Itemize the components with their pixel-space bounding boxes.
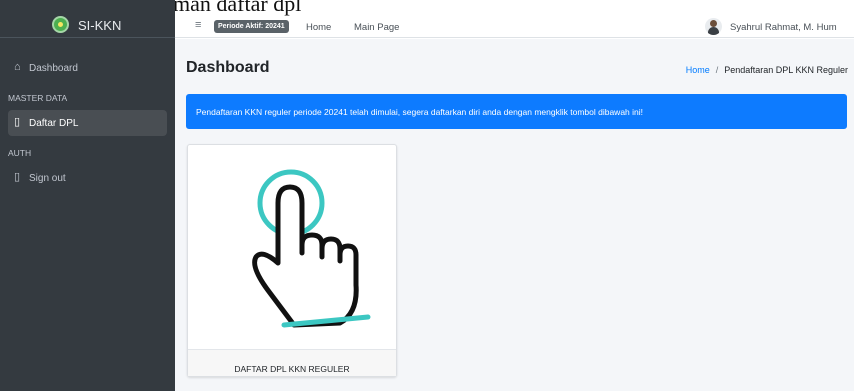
sign-out-icon: ▯ [14,171,21,183]
breadcrumb-current: Pendaftaran DPL KKN Reguler [724,65,848,75]
sidebar: SI-KKN ⌂ Dashboard MASTER DATA ▯ Daftar … [0,0,175,391]
sidebar-header-auth: AUTH [8,148,32,158]
topbar: ≡ Periode Aktif: 20241 Home Main Page Sy… [175,16,854,38]
menu-icon[interactable]: ≡ [195,19,201,31]
sidebar-item-daftar-dpl[interactable]: ▯ Daftar DPL [8,110,167,136]
brand[interactable]: SI-KKN [0,0,175,38]
home-icon: ⌂ [14,61,21,73]
info-alert: Pendaftaran KKN reguler periode 20241 te… [186,94,847,129]
sidebar-item-dashboard[interactable]: ⌂ Dashboard [8,55,167,81]
sidebar-item-sign-out[interactable]: ▯ Sign out [8,165,167,191]
register-card[interactable]: DAFTAR DPL KKN REGULER [187,144,397,377]
breadcrumb-separator: / [715,65,719,75]
nav-link-main-page[interactable]: Main Page [354,22,399,33]
register-button-label: DAFTAR DPL KKN REGULER [234,364,350,374]
hand-pointer-icon [252,169,371,328]
clipboard-icon: ▯ [14,116,21,128]
breadcrumb: Home / Pendaftaran DPL KKN Reguler [686,65,848,75]
logo-icon [52,16,69,33]
brand-name: SI-KKN [78,18,122,33]
sidebar-item-label: Daftar DPL [29,118,79,129]
alert-text: Pendaftaran KKN reguler periode 20241 te… [196,107,644,117]
sidebar-item-label: Dashboard [29,63,78,74]
breadcrumb-home[interactable]: Home [686,65,710,75]
sidebar-header-master-data: MASTER DATA [8,93,68,103]
register-button[interactable]: DAFTAR DPL KKN REGULER [188,349,396,376]
nav-link-home[interactable]: Home [306,22,331,33]
period-badge: Periode Aktif: 20241 [214,20,289,33]
main-content: Dashboard Home / Pendaftaran DPL KKN Regul… [175,39,854,391]
user-name[interactable]: Syahrul Rahmat, M. Hum [730,22,837,33]
avatar[interactable] [705,18,722,35]
sidebar-item-label: Sign out [29,173,66,184]
page-title: Dashboard [186,59,270,76]
